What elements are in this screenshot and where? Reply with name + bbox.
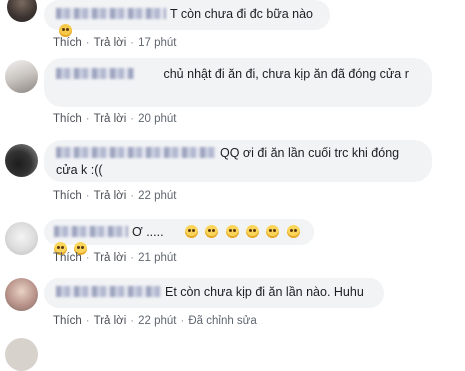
timestamp[interactable]: 21 phút — [138, 252, 176, 264]
like-link[interactable]: Thích — [53, 190, 82, 202]
pleading-face-icon — [225, 225, 239, 238]
reply-link[interactable]: Trả lời — [94, 113, 127, 125]
pleading-face-icon — [266, 225, 280, 238]
comment-text: T còn chưa đi đc bữa nào — [170, 7, 313, 21]
timestamp[interactable]: 22 phút — [138, 315, 176, 327]
like-link[interactable]: Thích — [53, 252, 82, 264]
avatar[interactable] — [7, 0, 37, 22]
reply-link[interactable]: Trả lời — [94, 37, 127, 49]
comment-text: chủ nhật đi ăn đi, chưa kịp ăn đã đóng c… — [163, 67, 409, 81]
pleading-face-icon — [205, 225, 219, 238]
comment-actions: Thích · Trả lời · 22 phút — [53, 190, 177, 202]
pleading-face-icon — [184, 225, 198, 238]
comment-bubble: Et còn chưa kịp đi ăn lần nào. Huhu — [44, 278, 384, 308]
author-name[interactable] — [56, 8, 166, 19]
author-name[interactable] — [56, 68, 134, 79]
slightly-frowning-face-icon — [59, 24, 72, 37]
comment-bubble: QQ ơi đi ăn lần cuối trc khi đóng cửa k … — [44, 140, 432, 182]
avatar[interactable] — [5, 222, 38, 255]
comment-bubble: Ơ ..... — [44, 219, 314, 255]
pleading-face-icon — [245, 225, 259, 238]
reply-link[interactable]: Trả lời — [94, 315, 127, 327]
timestamp[interactable]: 17 phút — [138, 37, 176, 49]
comment-bubble: T còn chưa đi đc bữa nào — [44, 0, 330, 37]
author-name[interactable] — [56, 147, 216, 158]
timestamp[interactable]: 20 phút — [138, 113, 176, 125]
avatar[interactable] — [5, 60, 38, 93]
comment-actions: Thích · Trả lời · 21 phút — [53, 252, 177, 264]
comment-bubble: chủ nhật đi ăn đi, chưa kịp ăn đã đóng c… — [44, 58, 432, 107]
edited-label[interactable]: Đã chỉnh sửa — [188, 315, 256, 327]
reply-link[interactable]: Trả lời — [94, 252, 127, 264]
avatar[interactable] — [5, 338, 38, 371]
author-name[interactable] — [56, 286, 161, 297]
timestamp[interactable]: 22 phút — [138, 190, 176, 202]
avatar[interactable] — [5, 278, 38, 311]
comment-actions: Thích · Trả lời · 17 phút — [53, 37, 177, 49]
comment-text: Et còn chưa kịp đi ăn lần nào. Huhu — [165, 285, 364, 299]
like-link[interactable]: Thích — [53, 37, 82, 49]
comment-actions: Thích · Trả lời · 22 phút · Đã chỉnh sửa — [53, 315, 257, 327]
author-name[interactable] — [54, 226, 128, 237]
comment-text: Ơ ..... — [132, 225, 164, 239]
pleading-face-icon — [286, 225, 300, 238]
comment-actions: Thích · Trả lời · 20 phút — [53, 113, 177, 125]
like-link[interactable]: Thích — [53, 315, 82, 327]
reply-link[interactable]: Trả lời — [94, 190, 127, 202]
avatar[interactable] — [5, 144, 38, 177]
like-link[interactable]: Thích — [53, 113, 82, 125]
